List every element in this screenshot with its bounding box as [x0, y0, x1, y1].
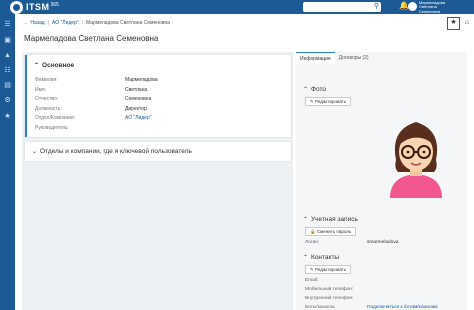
- chevron-up-icon: ⌃: [303, 87, 309, 93]
- login-row: Логин: smarmeladova: [305, 240, 465, 245]
- top-bar: ITSM 365 ⚲ 🔔 Мармеладова Светлана Семено…: [0, 0, 474, 14]
- breadcrumb-separator: |: [47, 20, 50, 26]
- star-icon: ★: [450, 19, 457, 26]
- logo[interactable]: ITSM 365: [10, 0, 59, 14]
- login-label: Логин:: [305, 240, 320, 245]
- avatar: [376, 108, 456, 198]
- internal-phone-label: Внутренний телефон:: [305, 296, 354, 301]
- field-label: Отдел/Компания:: [35, 115, 76, 121]
- breadcrumb-separator: /: [81, 20, 84, 26]
- email-label: Email:: [305, 278, 319, 283]
- field-row: Отчество: Семеновна: [35, 95, 285, 105]
- companies-header[interactable]: ⌄ Отделы и компании, где я ключевой польз…: [32, 148, 192, 155]
- photo-edit-label: Редактировать: [315, 99, 347, 104]
- favorite-button[interactable]: ★: [447, 17, 460, 30]
- cart-icon[interactable]: ▲: [3, 51, 12, 60]
- book-icon[interactable]: ▤: [3, 81, 12, 90]
- companies-card[interactable]: ⌄ Отделы и компании, где я ключевой польз…: [25, 142, 291, 161]
- main-info-title: Основное: [42, 62, 75, 69]
- breadcrumb-current: Мармеладова Светлана Семеновна: [86, 20, 171, 26]
- user-name[interactable]: Мармеладова Светлана Семеновна: [419, 0, 471, 14]
- main-info-card: ⌃ Основное Фамилия: Мармеладова Имя: Свет…: [25, 55, 291, 137]
- bots-row: Боты/каналы: Подключиться к ботам/канала…: [305, 305, 465, 310]
- breadcrumb-company[interactable]: АО "Лидер": [52, 20, 79, 26]
- chevron-up-icon: ⌃: [34, 63, 40, 69]
- field-value: Директор: [125, 105, 147, 112]
- contacts-edit-label: Редактировать: [315, 267, 347, 272]
- companies-title: Отделы и компании, где я ключевой пользо…: [40, 148, 192, 155]
- field-row: Должность: Директор: [35, 105, 285, 115]
- mobile-label: Мобильный телефон:: [305, 287, 354, 292]
- bots-link[interactable]: Подключиться к ботам/каналам: [367, 305, 438, 310]
- change-password-label: Сменить пароль: [316, 229, 352, 234]
- field-value: Мармеладова: [125, 77, 158, 83]
- tab-contracts[interactable]: Договоры (2): [335, 52, 373, 64]
- search-icon[interactable]: ⚲: [374, 3, 379, 11]
- field-row: Фамилия: Мармеладова: [35, 76, 285, 86]
- photo-edit-button[interactable]: ✎ Редактировать: [305, 97, 352, 106]
- right-column: Информация Договоры (2) ⌃ Фото ✎ Редактир…: [296, 52, 467, 310]
- avatar-illustration: [390, 122, 442, 198]
- account-section-header[interactable]: ⌃ Учетная запись: [303, 216, 358, 223]
- fields-list: Фамилия: Мармеладова Имя: Светлана Отчес…: [35, 76, 285, 133]
- field-row: Имя: Светлана: [35, 86, 285, 96]
- field-label: Должность:: [35, 105, 62, 112]
- bots-label: Боты/каналы:: [305, 305, 336, 310]
- chevron-down-icon: ⌄: [32, 149, 38, 155]
- email-row: Email:: [305, 278, 465, 283]
- field-row: Отдел/Компания: АО "Лидер": [35, 114, 285, 124]
- field-value: Семеновна: [125, 96, 152, 102]
- contacts-title: Контакты: [311, 254, 340, 261]
- search-input[interactable]: ⚲: [303, 2, 381, 12]
- tab-bar: Информация Договоры (2): [296, 52, 467, 64]
- pencil-icon: ✎: [310, 267, 314, 272]
- user-avatar[interactable]: [408, 2, 417, 11]
- lock-icon: 🔒: [310, 229, 316, 234]
- logo-version: 365: [50, 1, 59, 8]
- star-icon[interactable]: ★: [3, 112, 12, 121]
- field-label: Отчество:: [35, 96, 59, 102]
- home-button[interactable]: ⌂: [462, 18, 472, 28]
- chevron-up-icon: ⌃: [303, 217, 309, 223]
- org-icon[interactable]: ☷: [3, 66, 12, 75]
- back-link[interactable]: ← Назад: [24, 20, 45, 26]
- internal-phone-row: Внутренний телефон:: [305, 296, 465, 301]
- chevron-up-icon: ⌃: [303, 255, 309, 261]
- department-link[interactable]: АО "Лидер": [125, 114, 152, 124]
- settings-icon[interactable]: ⚙: [3, 96, 12, 105]
- contacts-section-header[interactable]: ⌃ Контакты: [303, 254, 339, 261]
- change-password-button[interactable]: 🔒 Сменить пароль: [305, 227, 357, 236]
- field-label: Имя:: [35, 86, 47, 93]
- monitor-icon[interactable]: ▣: [3, 36, 12, 45]
- contacts-edit-button[interactable]: ✎ Редактировать: [305, 265, 352, 274]
- pencil-icon: ✎: [310, 99, 314, 104]
- main-content: ← Назад | АО "Лидер" / Мармеладова Светл…: [15, 14, 474, 310]
- mobile-row: Мобильный телефон:: [305, 287, 465, 292]
- photo-section-header[interactable]: ⌃ Фото: [303, 86, 326, 93]
- menu-icon[interactable]: ☰: [3, 20, 12, 29]
- account-title: Учетная запись: [311, 216, 358, 223]
- field-value: Светлана: [125, 86, 148, 93]
- page-title: Мармеладова Светлана Семеновна: [24, 34, 159, 43]
- tab-info[interactable]: Информация: [296, 52, 335, 64]
- breadcrumb: ← Назад | АО "Лидер" / Мармеладова Светл…: [24, 20, 170, 26]
- field-label: Фамилия:: [35, 77, 58, 83]
- logo-text: ITSM: [26, 2, 50, 12]
- left-column: ⌃ Основное Фамилия: Мармеладова Имя: Свет…: [22, 52, 293, 310]
- field-label: Руководитель:: [35, 124, 69, 131]
- field-row: Руководитель:: [35, 124, 285, 134]
- sidebar: ☰ ▣ ▲ ☷ ▤ ⚙ ★: [0, 14, 15, 310]
- main-info-header[interactable]: ⌃ Основное: [34, 62, 74, 69]
- login-value: smarmeladova: [367, 240, 399, 245]
- photo-title: Фото: [311, 86, 326, 93]
- home-icon: ⌂: [464, 19, 470, 26]
- logo-globe-icon: [10, 0, 23, 14]
